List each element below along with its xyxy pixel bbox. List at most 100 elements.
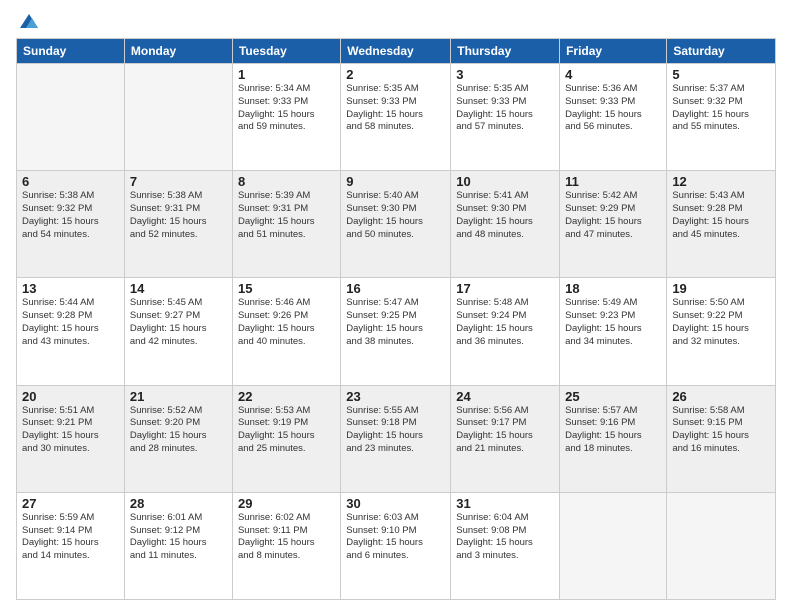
header-cell-monday: Monday (124, 39, 232, 64)
day-cell: 5Sunrise: 5:37 AM Sunset: 9:32 PM Daylig… (667, 64, 776, 171)
day-number: 15 (238, 281, 335, 296)
day-cell: 20Sunrise: 5:51 AM Sunset: 9:21 PM Dayli… (17, 385, 125, 492)
day-info: Sunrise: 5:44 AM Sunset: 9:28 PM Dayligh… (22, 297, 119, 348)
day-info: Sunrise: 6:01 AM Sunset: 9:12 PM Dayligh… (130, 512, 227, 563)
day-info: Sunrise: 5:35 AM Sunset: 9:33 PM Dayligh… (346, 83, 445, 134)
day-cell: 11Sunrise: 5:42 AM Sunset: 9:29 PM Dayli… (560, 171, 667, 278)
day-cell: 21Sunrise: 5:52 AM Sunset: 9:20 PM Dayli… (124, 385, 232, 492)
logo-icon (18, 12, 40, 30)
day-info: Sunrise: 5:45 AM Sunset: 9:27 PM Dayligh… (130, 297, 227, 348)
day-info: Sunrise: 5:38 AM Sunset: 9:32 PM Dayligh… (22, 190, 119, 241)
day-cell: 1Sunrise: 5:34 AM Sunset: 9:33 PM Daylig… (232, 64, 340, 171)
day-number: 4 (565, 67, 661, 82)
day-number: 5 (672, 67, 770, 82)
header-cell-wednesday: Wednesday (341, 39, 451, 64)
day-number: 6 (22, 174, 119, 189)
day-number: 29 (238, 496, 335, 511)
header-row: SundayMondayTuesdayWednesdayThursdayFrid… (17, 39, 776, 64)
day-cell: 30Sunrise: 6:03 AM Sunset: 9:10 PM Dayli… (341, 492, 451, 599)
day-cell: 16Sunrise: 5:47 AM Sunset: 9:25 PM Dayli… (341, 278, 451, 385)
header-cell-saturday: Saturday (667, 39, 776, 64)
day-cell (124, 64, 232, 171)
day-number: 12 (672, 174, 770, 189)
day-info: Sunrise: 5:48 AM Sunset: 9:24 PM Dayligh… (456, 297, 554, 348)
day-number: 25 (565, 389, 661, 404)
day-cell: 19Sunrise: 5:50 AM Sunset: 9:22 PM Dayli… (667, 278, 776, 385)
header-cell-friday: Friday (560, 39, 667, 64)
day-info: Sunrise: 5:58 AM Sunset: 9:15 PM Dayligh… (672, 405, 770, 456)
day-cell: 6Sunrise: 5:38 AM Sunset: 9:32 PM Daylig… (17, 171, 125, 278)
day-info: Sunrise: 5:55 AM Sunset: 9:18 PM Dayligh… (346, 405, 445, 456)
day-info: Sunrise: 5:59 AM Sunset: 9:14 PM Dayligh… (22, 512, 119, 563)
day-number: 19 (672, 281, 770, 296)
header-cell-thursday: Thursday (451, 39, 560, 64)
header-cell-sunday: Sunday (17, 39, 125, 64)
day-info: Sunrise: 5:53 AM Sunset: 9:19 PM Dayligh… (238, 405, 335, 456)
day-cell: 28Sunrise: 6:01 AM Sunset: 9:12 PM Dayli… (124, 492, 232, 599)
day-info: Sunrise: 5:38 AM Sunset: 9:31 PM Dayligh… (130, 190, 227, 241)
day-cell: 25Sunrise: 5:57 AM Sunset: 9:16 PM Dayli… (560, 385, 667, 492)
day-info: Sunrise: 5:42 AM Sunset: 9:29 PM Dayligh… (565, 190, 661, 241)
day-info: Sunrise: 6:02 AM Sunset: 9:11 PM Dayligh… (238, 512, 335, 563)
day-cell: 26Sunrise: 5:58 AM Sunset: 9:15 PM Dayli… (667, 385, 776, 492)
day-number: 23 (346, 389, 445, 404)
day-cell: 4Sunrise: 5:36 AM Sunset: 9:33 PM Daylig… (560, 64, 667, 171)
day-info: Sunrise: 5:49 AM Sunset: 9:23 PM Dayligh… (565, 297, 661, 348)
day-number: 8 (238, 174, 335, 189)
day-number: 18 (565, 281, 661, 296)
day-number: 2 (346, 67, 445, 82)
day-info: Sunrise: 5:52 AM Sunset: 9:20 PM Dayligh… (130, 405, 227, 456)
day-info: Sunrise: 5:50 AM Sunset: 9:22 PM Dayligh… (672, 297, 770, 348)
header (16, 12, 776, 30)
day-cell (667, 492, 776, 599)
day-number: 3 (456, 67, 554, 82)
week-row-3: 13Sunrise: 5:44 AM Sunset: 9:28 PM Dayli… (17, 278, 776, 385)
week-row-1: 1Sunrise: 5:34 AM Sunset: 9:33 PM Daylig… (17, 64, 776, 171)
day-cell: 13Sunrise: 5:44 AM Sunset: 9:28 PM Dayli… (17, 278, 125, 385)
header-cell-tuesday: Tuesday (232, 39, 340, 64)
day-cell: 9Sunrise: 5:40 AM Sunset: 9:30 PM Daylig… (341, 171, 451, 278)
day-cell: 10Sunrise: 5:41 AM Sunset: 9:30 PM Dayli… (451, 171, 560, 278)
day-info: Sunrise: 5:37 AM Sunset: 9:32 PM Dayligh… (672, 83, 770, 134)
day-info: Sunrise: 5:46 AM Sunset: 9:26 PM Dayligh… (238, 297, 335, 348)
day-cell (17, 64, 125, 171)
day-number: 11 (565, 174, 661, 189)
day-number: 30 (346, 496, 445, 511)
day-cell: 2Sunrise: 5:35 AM Sunset: 9:33 PM Daylig… (341, 64, 451, 171)
page: SundayMondayTuesdayWednesdayThursdayFrid… (0, 0, 792, 612)
day-cell: 8Sunrise: 5:39 AM Sunset: 9:31 PM Daylig… (232, 171, 340, 278)
day-info: Sunrise: 5:57 AM Sunset: 9:16 PM Dayligh… (565, 405, 661, 456)
day-info: Sunrise: 5:51 AM Sunset: 9:21 PM Dayligh… (22, 405, 119, 456)
day-number: 21 (130, 389, 227, 404)
day-number: 1 (238, 67, 335, 82)
logo (16, 12, 40, 30)
day-number: 24 (456, 389, 554, 404)
day-number: 13 (22, 281, 119, 296)
day-cell: 3Sunrise: 5:35 AM Sunset: 9:33 PM Daylig… (451, 64, 560, 171)
day-cell: 22Sunrise: 5:53 AM Sunset: 9:19 PM Dayli… (232, 385, 340, 492)
day-number: 9 (346, 174, 445, 189)
day-cell: 14Sunrise: 5:45 AM Sunset: 9:27 PM Dayli… (124, 278, 232, 385)
day-number: 7 (130, 174, 227, 189)
day-info: Sunrise: 5:39 AM Sunset: 9:31 PM Dayligh… (238, 190, 335, 241)
calendar-table: SundayMondayTuesdayWednesdayThursdayFrid… (16, 38, 776, 600)
day-cell: 18Sunrise: 5:49 AM Sunset: 9:23 PM Dayli… (560, 278, 667, 385)
day-info: Sunrise: 6:04 AM Sunset: 9:08 PM Dayligh… (456, 512, 554, 563)
week-row-5: 27Sunrise: 5:59 AM Sunset: 9:14 PM Dayli… (17, 492, 776, 599)
day-cell: 23Sunrise: 5:55 AM Sunset: 9:18 PM Dayli… (341, 385, 451, 492)
day-number: 16 (346, 281, 445, 296)
day-number: 17 (456, 281, 554, 296)
day-info: Sunrise: 5:36 AM Sunset: 9:33 PM Dayligh… (565, 83, 661, 134)
week-row-4: 20Sunrise: 5:51 AM Sunset: 9:21 PM Dayli… (17, 385, 776, 492)
day-cell (560, 492, 667, 599)
day-number: 14 (130, 281, 227, 296)
week-row-2: 6Sunrise: 5:38 AM Sunset: 9:32 PM Daylig… (17, 171, 776, 278)
day-info: Sunrise: 5:47 AM Sunset: 9:25 PM Dayligh… (346, 297, 445, 348)
day-cell: 7Sunrise: 5:38 AM Sunset: 9:31 PM Daylig… (124, 171, 232, 278)
day-info: Sunrise: 5:40 AM Sunset: 9:30 PM Dayligh… (346, 190, 445, 241)
day-number: 22 (238, 389, 335, 404)
day-number: 10 (456, 174, 554, 189)
day-info: Sunrise: 5:34 AM Sunset: 9:33 PM Dayligh… (238, 83, 335, 134)
day-info: Sunrise: 5:43 AM Sunset: 9:28 PM Dayligh… (672, 190, 770, 241)
day-number: 26 (672, 389, 770, 404)
